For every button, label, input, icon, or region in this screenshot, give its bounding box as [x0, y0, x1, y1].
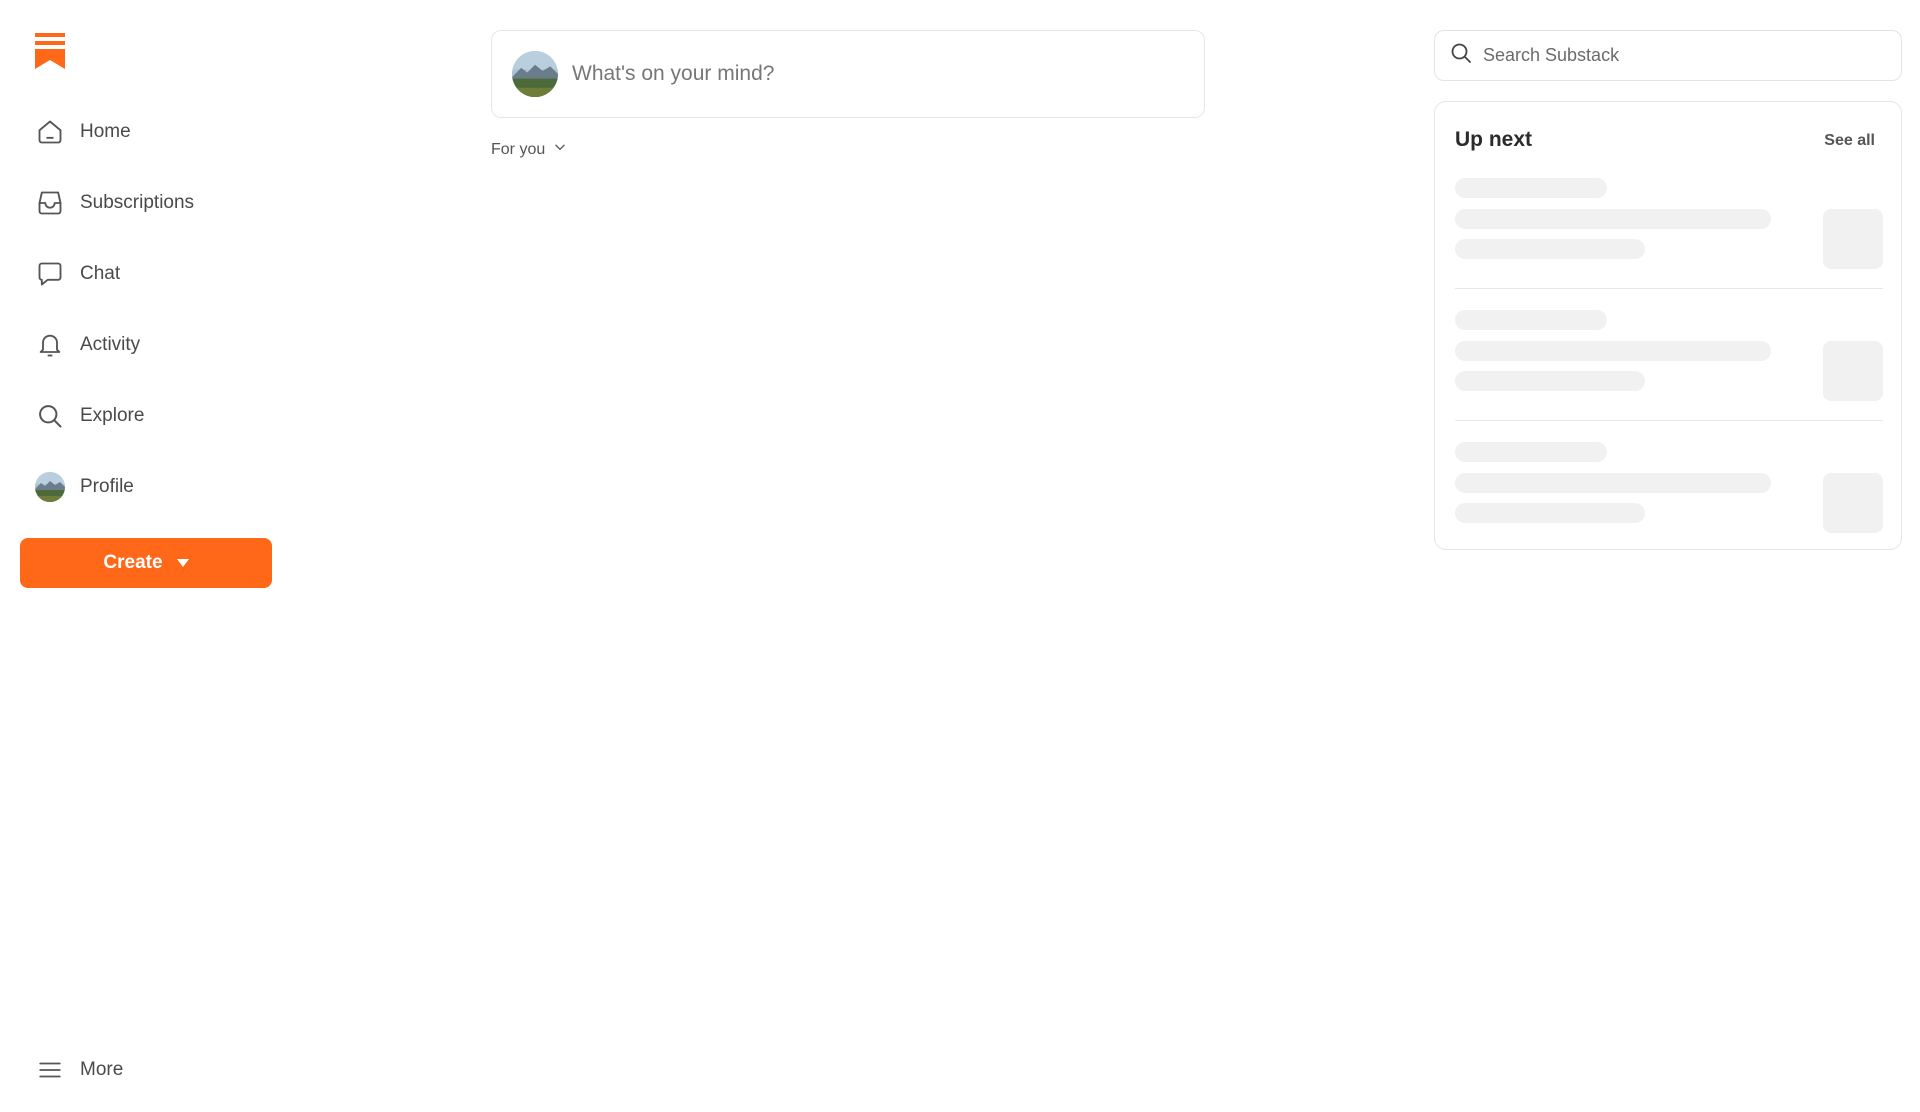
skeleton-line: [1455, 209, 1771, 229]
create-button-label: Create: [103, 552, 163, 573]
skeleton-line: [1455, 310, 1607, 330]
more-button[interactable]: More: [20, 1042, 270, 1098]
search-icon: [1449, 41, 1473, 70]
avatar: [512, 51, 558, 97]
loading-item: [1455, 440, 1883, 572]
chevron-down-icon: [553, 140, 567, 159]
skeleton-line: [1455, 503, 1645, 523]
composer-placeholder: What's on your mind?: [572, 62, 775, 85]
nav-item-subscriptions[interactable]: Subscriptions: [20, 175, 270, 231]
create-button[interactable]: Create: [20, 538, 272, 588]
skeleton-thumbnail: [1823, 473, 1883, 533]
nav-label-home: Home: [80, 121, 131, 142]
nav-item-activity[interactable]: Activity: [20, 317, 270, 373]
nav-item-explore[interactable]: Explore: [20, 388, 270, 444]
search-icon: [20, 388, 80, 444]
nav-label-profile: Profile: [80, 476, 134, 497]
home-icon: [20, 104, 80, 160]
search-box: [1434, 30, 1902, 81]
nav-item-profile[interactable]: Profile: [20, 459, 270, 515]
nav-item-chat[interactable]: Chat: [20, 246, 270, 302]
inbox-icon: [20, 175, 80, 231]
nav-label-subscriptions: Subscriptions: [80, 192, 195, 213]
up-next-title: Up next: [1455, 128, 1533, 151]
divider: [1455, 288, 1883, 289]
bell-icon: [20, 317, 80, 373]
up-next-panel: Up next See all: [1434, 101, 1902, 550]
post-composer[interactable]: What's on your mind?: [491, 30, 1205, 118]
menu-icon: [20, 1042, 80, 1098]
nav-label-activity: Activity: [80, 334, 141, 355]
see-all-link[interactable]: See all: [1824, 132, 1875, 150]
skeleton-thumbnail: [1823, 341, 1883, 401]
skeleton-line: [1455, 341, 1771, 361]
chat-bubble-icon: [20, 246, 80, 302]
skeleton-line: [1455, 442, 1607, 462]
profile-avatar-wrap: [20, 459, 80, 515]
nav-item-home[interactable]: Home: [20, 104, 270, 160]
caret-down-icon: [176, 559, 189, 567]
skeleton-line: [1455, 239, 1645, 259]
more-label: More: [80, 1059, 124, 1080]
nav-label-chat: Chat: [80, 263, 121, 284]
divider: [1455, 420, 1883, 421]
skeleton-line: [1455, 178, 1607, 198]
feed-filter-dropdown[interactable]: For you: [491, 140, 567, 159]
nav-label-explore: Explore: [80, 405, 145, 426]
skeleton-thumbnail: [1823, 209, 1883, 269]
sidebar: Home Subscriptions Chat Activity Explore: [0, 0, 290, 1112]
search-input[interactable]: [1483, 45, 1883, 66]
substack-logo-icon[interactable]: [35, 33, 65, 69]
skeleton-line: [1455, 473, 1771, 493]
skeleton-line: [1455, 371, 1645, 391]
feed-filter-label: For you: [491, 140, 546, 158]
avatar: [35, 472, 65, 502]
